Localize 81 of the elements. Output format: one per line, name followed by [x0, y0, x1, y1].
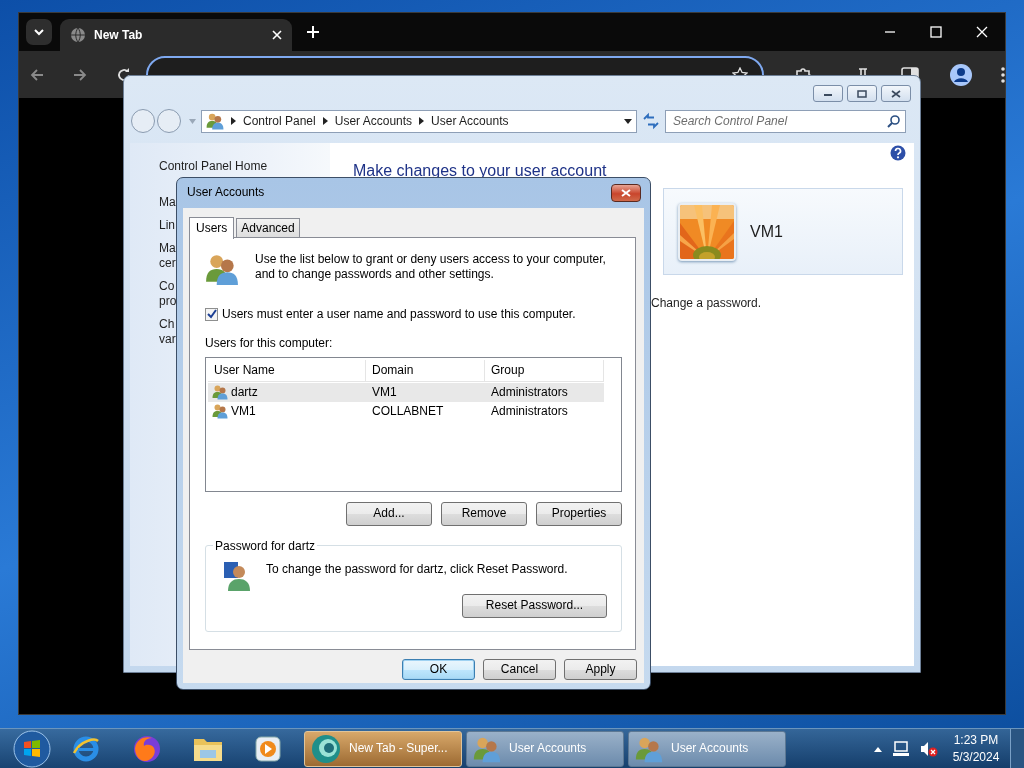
- column-header[interactable]: Domain: [366, 359, 485, 381]
- account-name: VM1: [750, 221, 783, 242]
- help-icon[interactable]: [890, 145, 906, 161]
- close-icon: [976, 26, 988, 38]
- list-row[interactable]: dartz VM1 Administrators: [208, 382, 604, 402]
- plus-icon[interactable]: [306, 25, 320, 39]
- breadcrumb-bar[interactable]: Control Panel User Accounts User Accounts: [201, 109, 637, 133]
- restore-button[interactable]: [847, 85, 877, 102]
- close-icon: [621, 188, 631, 197]
- dialog-button[interactable]: Cancel: [483, 658, 556, 680]
- dialog-button[interactable]: Apply: [564, 658, 637, 680]
- close-icon: [891, 89, 901, 98]
- refresh-icon[interactable]: [642, 112, 660, 130]
- intro-text: Use the list below to grant or deny users access to your computer, and to change passwords and other settings.: [255, 251, 607, 283]
- media-player-icon[interactable]: [254, 734, 282, 763]
- sidebar-link[interactable]: Co pro: [159, 279, 177, 309]
- chevron-down-icon: [33, 26, 45, 38]
- user-key-icon: [222, 559, 252, 592]
- sidebar-link[interactable]: Ma: [159, 195, 176, 210]
- start-orb-icon[interactable]: [13, 729, 51, 768]
- dialog-button[interactable]: Properties: [536, 501, 622, 526]
- forward-icon[interactable]: [72, 66, 89, 83]
- sidebar-link[interactable]: Ch var: [159, 317, 176, 347]
- breadcrumb-arrow-icon: [419, 117, 425, 125]
- sidebar-link[interactable]: Control Panel Home: [159, 159, 268, 174]
- table-cell: COLLABNET: [372, 403, 444, 419]
- clock-time[interactable]: 1:23 PM: [948, 732, 1004, 749]
- dialog-title: User Accounts: [187, 185, 265, 201]
- breadcrumb-item[interactable]: Control Panel: [243, 113, 316, 129]
- table-cell: Administrators: [491, 384, 568, 400]
- dialog-button[interactable]: Add...: [346, 501, 432, 526]
- sidebar-link[interactable]: Lin: [159, 218, 175, 233]
- dialog-tab[interactable]: Advanced: [236, 217, 300, 238]
- column-header[interactable]: User Name: [208, 359, 366, 381]
- app-logo-icon: [311, 733, 341, 764]
- show-desktop-button[interactable]: [1010, 728, 1024, 768]
- tab-search-button[interactable]: [26, 19, 52, 45]
- user-icon: [212, 403, 228, 420]
- group-title: Password for dartz: [214, 539, 317, 552]
- task-link[interactable]: Change a password.: [651, 296, 762, 311]
- sidebar-link[interactable]: Ma cer: [159, 241, 176, 271]
- close-button[interactable]: [611, 183, 641, 202]
- menu-icon[interactable]: [1001, 66, 1005, 83]
- page-heading: Make changes to your user account: [353, 161, 608, 181]
- breadcrumb-item[interactable]: User Accounts: [431, 113, 509, 129]
- browser-tab[interactable]: New Tab: [60, 19, 292, 51]
- search-field[interactable]: Search Control Panel: [665, 109, 906, 133]
- dialog-button[interactable]: OK: [402, 658, 475, 680]
- user-list[interactable]: User Name Domain Group dartz VM1 Administrators VM1 COLLABNET Administrators: [205, 356, 622, 492]
- breadcrumb-arrow-icon: [322, 117, 328, 125]
- search-icon[interactable]: [887, 114, 900, 128]
- dialog-button[interactable]: Remove: [441, 501, 527, 526]
- breadcrumb-item[interactable]: User Accounts: [334, 113, 413, 129]
- list-row[interactable]: VM1 COLLABNET Administrators: [208, 401, 604, 421]
- table-cell: Administrators: [491, 403, 568, 419]
- table-cell: VM1: [231, 403, 256, 419]
- network-icon[interactable]: [892, 739, 910, 758]
- breadcrumb-arrow-icon: [231, 117, 236, 125]
- password-hint: To change the password for dartz, click Reset Password.: [266, 561, 568, 578]
- column-header[interactable]: Group: [485, 359, 604, 381]
- close-button[interactable]: [881, 85, 911, 102]
- list-label: Users for this computer:: [205, 335, 334, 351]
- close-icon[interactable]: [272, 30, 282, 40]
- back-icon[interactable]: [29, 66, 45, 83]
- profile-icon[interactable]: [949, 63, 972, 86]
- globe-icon: [70, 27, 86, 43]
- clock-date[interactable]: 5/3/2024: [948, 748, 1004, 765]
- checkbox-label[interactable]: Users must enter a user name and password to use this computer.: [222, 306, 576, 322]
- minimize-button[interactable]: [813, 85, 843, 102]
- dialog-tab[interactable]: Users: [189, 216, 235, 239]
- fox-icon[interactable]: [132, 733, 162, 764]
- dropdown-icon[interactable]: [624, 118, 632, 124]
- user-icon: [212, 384, 228, 401]
- table-cell: VM1: [372, 384, 397, 400]
- users-icon: [206, 112, 224, 130]
- chevron-up-icon[interactable]: [874, 745, 882, 752]
- checkbox[interactable]: [205, 307, 218, 321]
- restore-icon: [857, 89, 867, 98]
- reset-password-button[interactable]: Reset Password...: [462, 593, 607, 618]
- maximize-icon: [930, 26, 942, 38]
- table-cell: dartz: [231, 384, 258, 400]
